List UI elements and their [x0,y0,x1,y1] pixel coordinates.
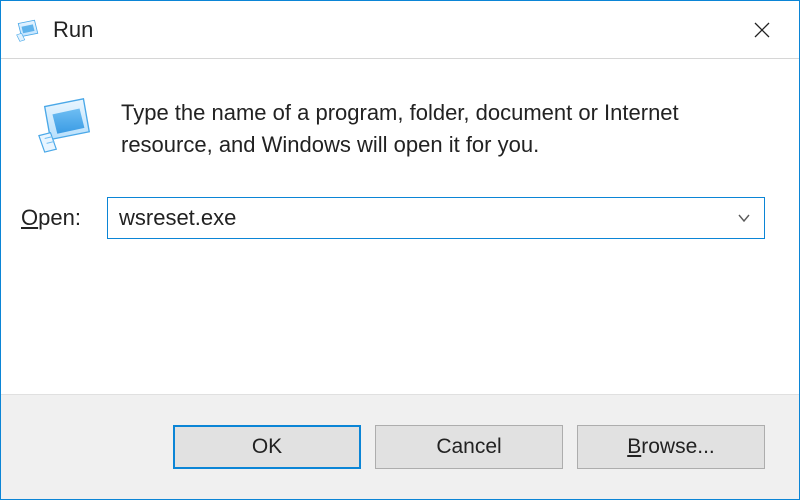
close-button[interactable] [725,1,799,59]
run-dialog: Run [0,0,800,500]
titlebar: Run [1,1,799,59]
cancel-button[interactable]: Cancel [375,425,563,469]
open-combobox[interactable] [107,197,765,239]
content-area: Type the name of a program, folder, docu… [1,59,799,161]
close-icon [753,21,771,39]
dropdown-button[interactable] [724,198,764,238]
run-icon-small [15,17,41,43]
ok-button[interactable]: OK [173,425,361,469]
open-label: Open: [21,205,107,231]
description-text: Type the name of a program, folder, docu… [121,93,765,161]
open-field-row: Open: [1,161,799,239]
chevron-down-icon [737,211,751,225]
window-title: Run [53,17,725,43]
button-row: OK Cancel Browse... [1,394,799,499]
open-input[interactable] [108,198,724,238]
browse-button[interactable]: Browse... [577,425,765,469]
run-icon [35,93,97,155]
